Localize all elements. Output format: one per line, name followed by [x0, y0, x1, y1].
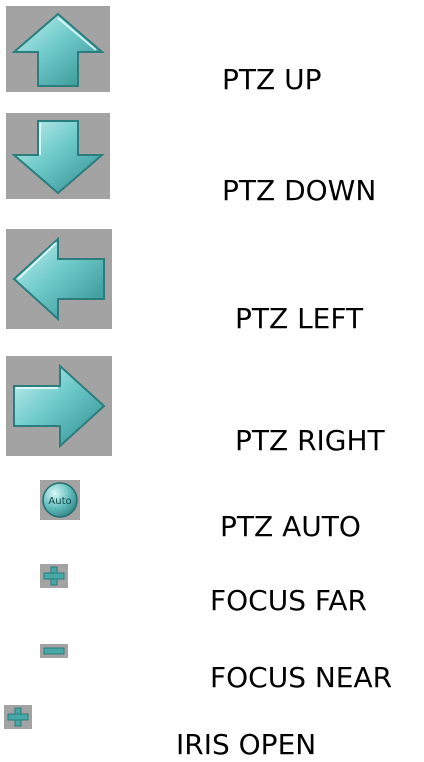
iris-open-label: IRIS OPEN — [176, 728, 317, 761]
focus-far-label: FOCUS FAR — [210, 584, 368, 617]
arrow-right-icon[interactable] — [6, 356, 112, 456]
arrow-left-icon[interactable] — [6, 229, 112, 329]
focus-near-label: FOCUS NEAR — [210, 661, 393, 694]
arrow-up-icon[interactable] — [6, 6, 110, 92]
ptz-right-label: PTZ RIGHT — [235, 424, 385, 457]
auto-icon-text: Auto — [48, 496, 71, 507]
ptz-auto-label: PTZ AUTO — [220, 510, 361, 543]
arrow-down-icon[interactable] — [6, 113, 110, 199]
auto-icon[interactable]: Auto — [40, 480, 80, 520]
ptz-left-label: PTZ LEFT — [235, 302, 364, 335]
ptz-down-label: PTZ DOWN — [222, 174, 377, 207]
plus-icon[interactable] — [4, 705, 32, 729]
plus-icon[interactable] — [40, 564, 68, 588]
minus-icon[interactable] — [40, 644, 68, 658]
ptz-up-label: PTZ UP — [222, 63, 322, 96]
